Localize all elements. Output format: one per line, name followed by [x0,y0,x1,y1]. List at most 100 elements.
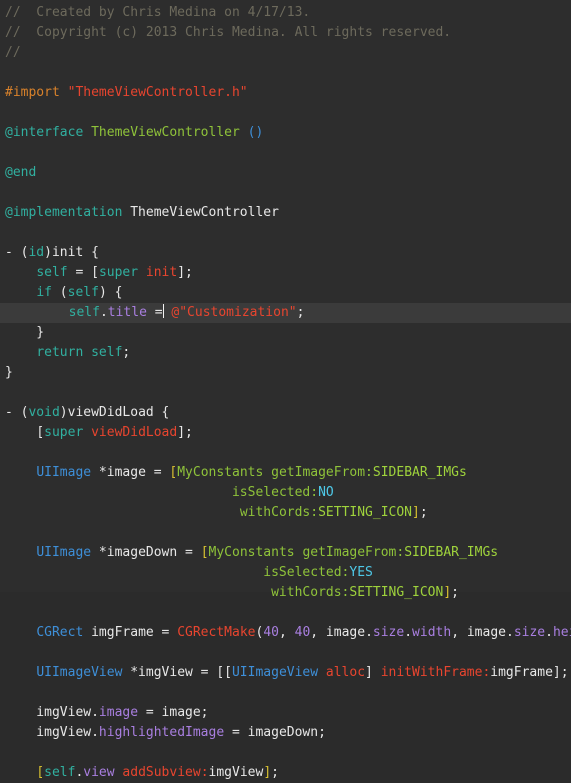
code-line-content: // Created by Chris Medina on 4/17/13. [5,5,310,20]
code-token-plain: init { [51,245,99,260]
code-token-plain: viewDidLoad { [67,405,170,420]
code-line[interactable]: withCords:SETTING_ICON]; [0,583,571,603]
code-line-content: - (void)viewDidLoad { [5,405,169,420]
code-line[interactable] [0,63,571,83]
code-token-kw: id [28,245,45,260]
code-line[interactable]: [super viewDidLoad]; [0,423,571,443]
code-line[interactable]: return self; [0,343,571,363]
code-token-plain: ; [451,585,459,600]
code-line[interactable]: UIImage *imageDown = [MyConstants getIma… [0,543,571,563]
code-line[interactable]: isSelected:YES [0,563,571,583]
code-line-current[interactable]: self.title = @"Customization"; [6,303,571,323]
code-line-content [5,645,13,660]
code-line[interactable] [0,383,571,403]
code-token-plain: = [67,265,92,280]
code-token-sel: withCords: [271,585,350,600]
code-line[interactable]: // Created by Chris Medina on 4/17/13. [0,3,571,23]
code-line[interactable] [0,223,571,243]
code-line[interactable]: // Copyright (c) 2013 Chris Medina. All … [0,23,571,43]
code-token-kw: @implementation [5,205,131,220]
code-token-plain: ) [44,245,52,260]
code-line[interactable]: CGRect imgFrame = CGRectMake(40, 40, ima… [0,623,571,643]
code-token-plain: . [99,305,108,320]
code-line[interactable]: UIImageView *imgView = [[UIImageView all… [0,663,571,683]
code-line-content: imgView.highlightedImage = imageDown; [5,725,326,740]
code-token-plain: [ [36,425,45,440]
code-line[interactable] [0,603,571,623]
code-line[interactable]: - (id)init { [0,243,571,263]
code-line-content: withCords:SETTING_ICON]; [5,505,428,520]
code-line[interactable] [0,443,571,463]
code-line[interactable]: withCords:SETTING_ICON]; [0,503,571,523]
code-token-cmt: // Copyright (c) 2013 Chris Medina. All … [5,25,452,40]
code-line[interactable] [0,683,571,703]
code-line[interactable] [0,743,571,763]
code-token-kw: self [44,765,76,780]
code-line-content: // [5,45,21,60]
code-line[interactable]: - (void)viewDidLoad { [0,403,571,423]
code-token-func: viewDidLoad [91,425,178,440]
code-token-brk: ] [412,505,420,520]
code-token-prop: height [552,625,571,640]
code-line[interactable]: imgView.image = image; [0,703,571,723]
code-line[interactable]: [self.view addSubview:imgView]; [0,763,571,783]
code-token-plain: ] [365,665,381,680]
code-token-kw: void [28,405,60,420]
code-token-plain: , [278,625,295,640]
code-line[interactable]: @implementation ThemeViewController [0,203,571,223]
source-code-text[interactable]: // Created by Chris Medina on 4/17/13. //… [0,3,571,783]
code-line[interactable]: } [0,323,571,343]
code-token-plain: - [5,405,21,420]
code-token-plain: ; [271,765,279,780]
code-line-content: imgView.image = image; [5,705,208,720]
code-token-plain: } [5,365,13,380]
code-line[interactable]: if (self) { [0,283,571,303]
code-line-content [5,385,13,400]
code-line-content: @end [5,165,36,180]
code-line[interactable]: @interface ThemeViewController () [0,123,571,143]
code-line-content: [super viewDidLoad]; [5,425,193,440]
code-token-kw: @interface [5,125,92,140]
code-token-bool: NO [318,485,334,500]
code-line[interactable]: } [0,363,571,383]
code-token-pre: #import [5,85,68,100]
code-token-type: UIImageView [231,665,319,680]
code-token-func: initWithFrame: [380,665,491,680]
code-token-cls: ThemeViewController [91,125,248,140]
code-line-content [5,185,13,200]
code-token-plain: . [75,765,84,780]
code-line[interactable] [0,523,571,543]
code-token-plain: imgView. [5,705,99,720]
code-token-plain: = imageDown; [224,725,326,740]
code-line-content: UIImage *imageDown = [MyConstants getIma… [5,545,498,560]
code-token-kw: super [44,425,84,440]
code-line-content: - (id)init { [5,245,99,260]
code-line-content: withCords:SETTING_ICON]; [5,585,459,600]
code-line[interactable]: @end [0,163,571,183]
code-token-kw: self [91,345,123,360]
code-line[interactable] [0,103,571,123]
code-token-type: UIImage [36,545,92,560]
code-line-content [5,225,13,240]
code-line[interactable] [0,183,571,203]
code-line[interactable]: UIImage *image = [MyConstants getImageFr… [0,463,571,483]
code-line[interactable]: self = [super init]; [0,263,571,283]
code-line[interactable] [0,143,571,163]
code-line[interactable]: imgView.highlightedImage = imageDown; [0,723,571,743]
code-token-cst: SETTING_ICON [318,505,413,520]
code-token-plain: ]; [177,425,193,440]
code-token-plain: ]; [177,265,193,280]
code-line[interactable]: #import "ThemeViewController.h" [0,83,571,103]
code-editor-surface[interactable]: // Created by Chris Medina on 4/17/13. //… [0,0,571,780]
code-line[interactable]: // [0,43,571,63]
code-token-prop: image [98,705,139,720]
code-line[interactable]: isSelected:NO [0,483,571,503]
code-token-plain: *imageDown = [91,545,201,560]
code-line[interactable] [0,643,571,663]
code-token-kw: super [98,265,139,280]
